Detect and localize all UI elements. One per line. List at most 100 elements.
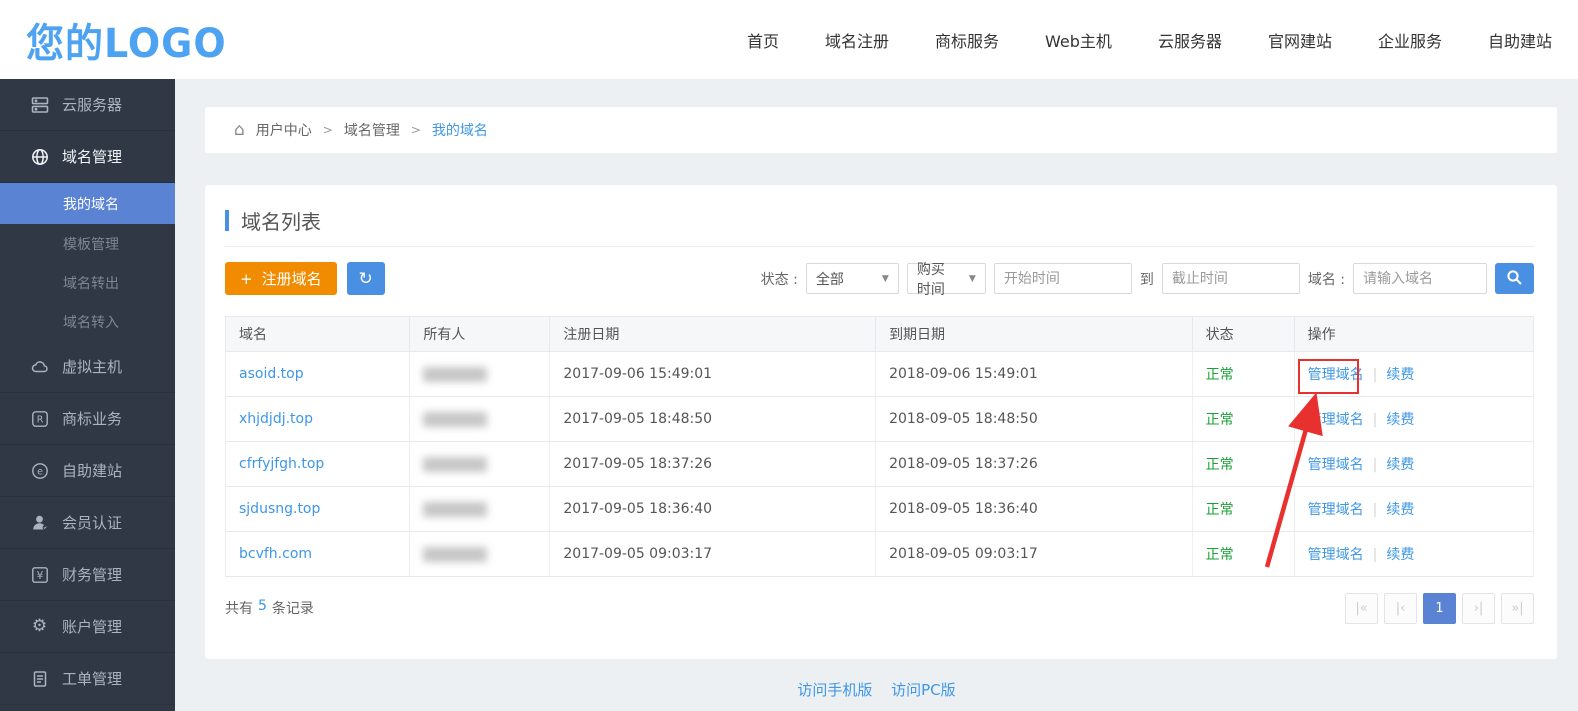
visit-mobile-link[interactable]: 访问手机版 [797,681,872,699]
record-count: 共有 5 条记录 [225,598,314,618]
pagination-next-button[interactable]: ›| [1462,593,1495,624]
sidebar-item-label: 会员认证 [62,512,122,533]
end-time-input[interactable] [1162,263,1300,294]
manage-domain-link[interactable]: 管理域名 [1308,502,1364,518]
registered-date: 2017-09-06 15:49:01 [550,352,876,397]
renew-link[interactable]: 续费 [1386,547,1414,563]
pagination-prev-button[interactable]: |‹ [1384,593,1417,624]
svg-text:¥: ¥ [36,570,43,582]
filter-bar: 状态 : 全部 ▼ 购买时间 ▼ 到 域名 : [761,263,1534,294]
renew-link[interactable]: 续费 [1386,367,1414,383]
pagination-first-button[interactable]: |« [1345,593,1378,624]
search-icon [1506,269,1523,289]
nav-cloud-server[interactable]: 云服务器 [1158,28,1222,52]
status-select-value: 全部 [816,269,844,289]
manage-domain-link[interactable]: 管理域名 [1308,412,1364,428]
owner-redacted [423,457,487,472]
renew-link[interactable]: 续费 [1386,457,1414,473]
renew-link[interactable]: 续费 [1386,412,1414,428]
nav-home[interactable]: 首页 [747,28,779,52]
sidebar-item-member-verification[interactable]: 会员认证 [0,497,175,549]
action-separator: | [1373,502,1378,518]
manage-domain-link[interactable]: 管理域名 [1308,457,1364,473]
site-logo[interactable]: 您的LOGO [26,11,227,69]
svg-text:R: R [36,414,43,425]
top-header: 您的LOGO 首页 域名注册 商标服务 Web主机 云服务器 官网建站 企业服务… [0,0,1578,79]
sidebar-subitem-label: 域名转入 [63,312,119,332]
sidebar-item-work-order-management[interactable]: 工单管理 [0,653,175,705]
record-count-prefix: 共有 [225,598,253,618]
status-badge: 正常 [1206,502,1234,518]
pagination: |« |‹ 1 ›| »| [1345,593,1534,624]
domain-link[interactable]: xhjdjdj.top [239,411,313,427]
refresh-button[interactable]: ↻ [347,262,385,295]
title-divider [225,246,1534,247]
domain-link[interactable]: cfrfyjfgh.top [239,456,324,472]
col-header-domain: 域名 [226,317,410,352]
sidebar-item-label: 域名管理 [62,146,122,167]
action-separator: | [1373,547,1378,563]
sidebar-item-self-build-site[interactable]: e 自助建站 [0,445,175,497]
domain-link[interactable]: bcvfh.com [239,546,312,562]
nav-domain-register[interactable]: 域名注册 [825,28,889,52]
sidebar-subitem-template-management[interactable]: 模板管理 [0,224,175,263]
sidebar-item-label: 商标业务 [62,408,122,429]
sidebar-item-cloud-server[interactable]: 云服务器 [0,79,175,131]
manage-domain-link[interactable]: 管理域名 [1308,547,1364,563]
sidebar-item-finance-management[interactable]: ¥ 财务管理 [0,549,175,601]
manage-domain-link[interactable]: 管理域名 [1308,367,1364,383]
sidebar-item-label: 财务管理 [62,564,122,585]
visit-pc-link[interactable]: 访问PC版 [891,681,956,699]
status-badge: 正常 [1206,412,1234,428]
sidebar-subitem-label: 域名转出 [63,273,119,293]
sidebar-item-domain-management[interactable]: 域名管理 [0,131,175,183]
sidebar-item-virtual-host[interactable]: 虚拟主机 [0,341,175,393]
nav-trademark-service[interactable]: 商标服务 [935,28,999,52]
sidebar-subitem-my-domains[interactable]: 我的域名 [0,183,175,224]
sidebar-subitem-domain-transfer-out[interactable]: 域名转出 [0,263,175,302]
owner-redacted [423,547,487,562]
title-accent-bar [225,210,229,231]
breadcrumb: ⌂ 用户中心 > 域名管理 > 我的域名 [205,107,1557,153]
sidebar-item-label: 工单管理 [62,668,122,689]
renew-link[interactable]: 续费 [1386,502,1414,518]
sidebar-subitem-domain-transfer-in[interactable]: 域名转入 [0,302,175,341]
expire-date: 2018-09-06 15:49:01 [876,352,1193,397]
breadcrumb-domain-management[interactable]: 域名管理 [344,120,400,140]
breadcrumb-user-center[interactable]: 用户中心 [256,120,312,140]
time-type-select[interactable]: 购买时间 ▼ [907,263,986,294]
nav-self-build[interactable]: 自助建站 [1488,28,1552,52]
main-content: ⌂ 用户中心 > 域名管理 > 我的域名 域名列表 + 注册域名 ↻ 状态 : … [175,79,1578,711]
pagination-page-1[interactable]: 1 [1423,593,1456,624]
nav-enterprise-service[interactable]: 企业服务 [1378,28,1442,52]
domain-table: 域名 所有人 注册日期 到期日期 状态 操作 asoid.top 2017-09… [225,316,1534,577]
yuan-finance-icon: ¥ [30,565,49,584]
nav-website-build[interactable]: 官网建站 [1268,28,1332,52]
owner-redacted [423,412,487,427]
domain-search-input[interactable] [1353,263,1487,294]
domain-link[interactable]: sjdusng.top [239,501,320,517]
sidebar-item-trademark-business[interactable]: R 商标业务 [0,393,175,445]
registered-trademark-icon: R [30,409,49,428]
sidebar-item-account-management[interactable]: ⚙ 账户管理 [0,601,175,653]
register-domain-button[interactable]: + 注册域名 [225,262,337,295]
domain-link[interactable]: asoid.top [239,366,304,382]
top-nav: 首页 域名注册 商标服务 Web主机 云服务器 官网建站 企业服务 自助建站 [747,28,1552,52]
sidebar: 云服务器 域名管理 我的域名 模板管理 域名转出 域名转入 虚拟主机 R [0,79,175,711]
page-title: 域名列表 [241,206,321,235]
breadcrumb-my-domains[interactable]: 我的域名 [432,120,488,140]
globe-icon [30,147,49,166]
record-count-suffix: 条记录 [272,598,314,618]
status-select[interactable]: 全部 ▼ [806,263,899,294]
registered-date: 2017-09-05 18:48:50 [550,397,876,442]
table-footer: 共有 5 条记录 |« |‹ 1 ›| »| [225,591,1534,625]
pagination-last-button[interactable]: »| [1501,593,1534,624]
domain-filter-label: 域名 : [1308,269,1345,289]
search-button[interactable] [1495,263,1534,294]
work-order-doc-icon [30,669,49,688]
nav-web-hosting[interactable]: Web主机 [1045,28,1112,52]
footer-links: 访问手机版 访问PC版 [175,679,1578,700]
col-header-status: 状态 [1192,317,1294,352]
sidebar-item-label: 自助建站 [62,460,122,481]
start-time-input[interactable] [994,263,1132,294]
